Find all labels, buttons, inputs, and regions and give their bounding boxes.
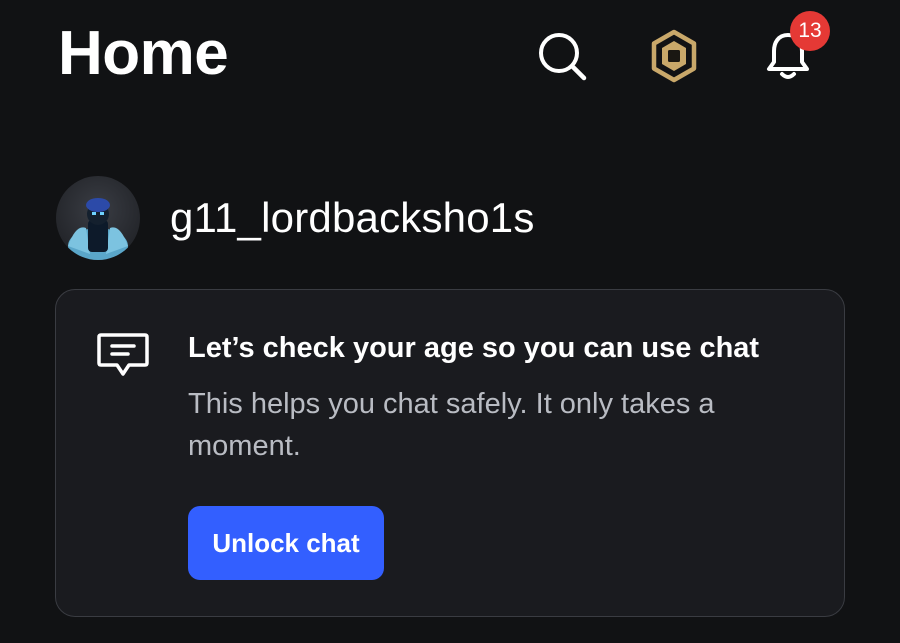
chat-bubble-icon: [97, 333, 149, 376]
page-title: Home: [58, 19, 229, 88]
notification-count-badge: 13: [790, 11, 830, 51]
user-profile[interactable]: g11_lordbacksho1s: [56, 176, 535, 260]
robux-icon: [651, 29, 697, 83]
robux-button[interactable]: [644, 26, 704, 86]
avatar-image: [68, 198, 128, 260]
search-icon: [539, 33, 587, 81]
username[interactable]: g11_lordbacksho1s: [170, 194, 535, 242]
card-description: This helps you chat safely. It only take…: [188, 388, 715, 462]
top-bar: Home 13: [0, 0, 900, 110]
card-title: Let’s check your age so you can use chat: [188, 332, 760, 364]
age-check-card: Let’s check your age so you can use chat…: [55, 289, 845, 617]
unlock-chat-button[interactable]: Unlock chat: [188, 506, 384, 580]
search-button[interactable]: [532, 26, 592, 86]
avatar[interactable]: [56, 176, 140, 260]
